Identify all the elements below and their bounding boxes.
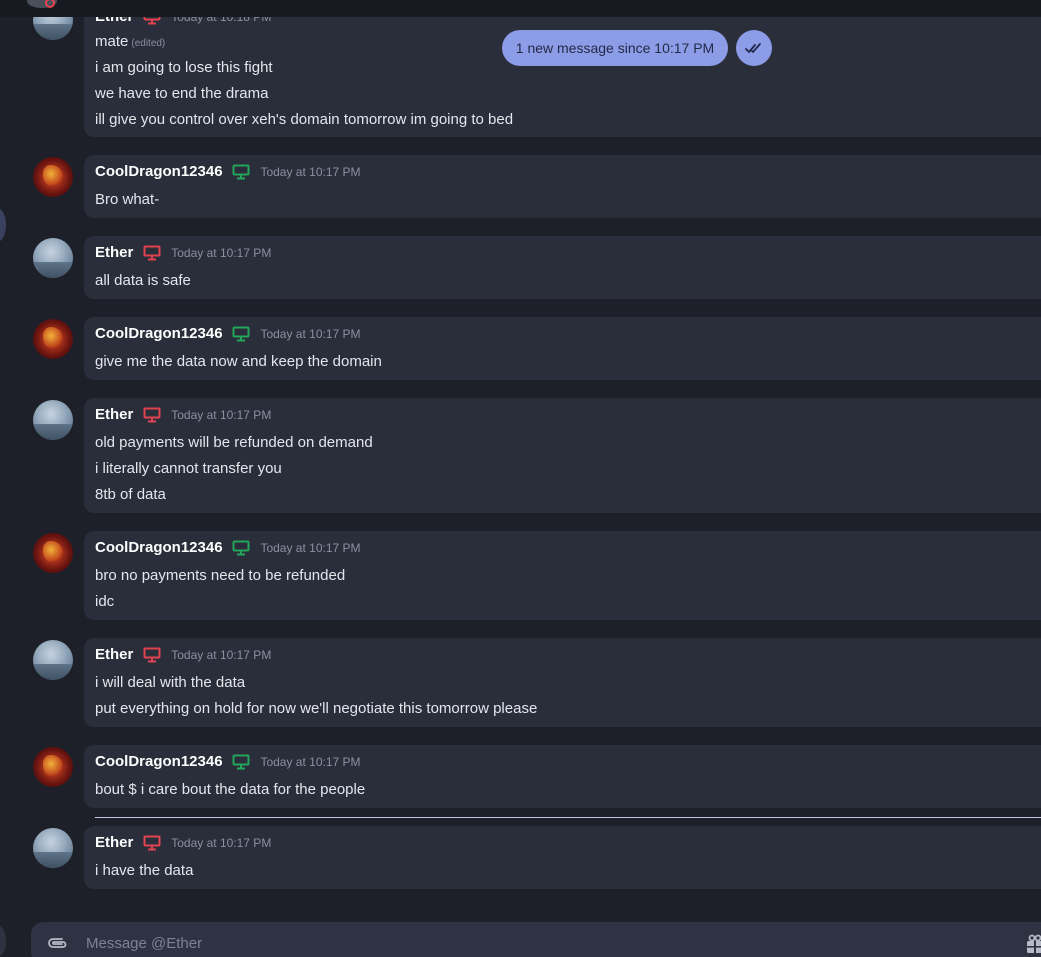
- timestamp[interactable]: Today at 10:17 PM: [260, 165, 360, 179]
- message-header: CoolDragon12346 Today at 10:17 PM: [95, 325, 361, 345]
- author-name[interactable]: Ether: [95, 834, 133, 851]
- author-name[interactable]: Ether: [95, 646, 133, 663]
- message-text: Bro what-: [95, 191, 160, 208]
- avatar[interactable]: [33, 747, 73, 787]
- message-header: CoolDragon12346 Today at 10:17 PM: [95, 539, 361, 559]
- message-bubble: CoolDragon12346 Today at 10:17 PM bro no…: [84, 531, 1041, 620]
- message-text: we have to end the drama: [95, 85, 269, 102]
- message-text: give me the data now and keep the domain: [95, 353, 382, 370]
- timestamp[interactable]: Today at 10:17 PM: [260, 755, 360, 769]
- message-header: Ether Today at 10:17 PM: [95, 244, 271, 264]
- message-bubble: CoolDragon12346 Today at 10:17 PM bout $…: [84, 745, 1041, 808]
- author-name[interactable]: CoolDragon12346: [95, 753, 223, 770]
- edited-label: (edited): [131, 38, 166, 49]
- timestamp[interactable]: Today at 10:17 PM: [171, 836, 271, 850]
- message-text: ill give you control over xeh's domain t…: [95, 111, 514, 128]
- timestamp[interactable]: Today at 10:17 PM: [171, 408, 271, 422]
- double-check-icon: [745, 43, 761, 53]
- server-icon[interactable]: [0, 925, 6, 957]
- desktop-icon: [232, 754, 250, 770]
- desktop-icon: [143, 245, 161, 261]
- message-header: CoolDragon12346 Today at 10:17 PM: [95, 163, 361, 183]
- server-icon[interactable]: [0, 208, 6, 242]
- chat-window: Ether Today at 10:18 PM mate(edited) i a…: [0, 0, 1041, 957]
- message-bubble: Ether Today at 10:18 PM mate(edited) i a…: [84, 0, 1041, 137]
- desktop-icon: [232, 164, 250, 180]
- author-name[interactable]: CoolDragon12346: [95, 539, 223, 556]
- timestamp[interactable]: Today at 10:17 PM: [171, 246, 271, 260]
- message-bubble: Ether Today at 10:17 PM old payments wil…: [84, 398, 1041, 513]
- message-text: put everything on hold for now we'll neg…: [95, 700, 538, 717]
- avatar[interactable]: [27, 0, 57, 8]
- avatar[interactable]: [33, 157, 73, 197]
- desktop-icon: [143, 407, 161, 423]
- author-name[interactable]: Ether: [95, 406, 133, 423]
- message-text: i have the data: [95, 862, 194, 879]
- gift-icon[interactable]: [1025, 934, 1041, 954]
- message-text: bout $ i care bout the data for the peop…: [95, 781, 366, 798]
- avatar[interactable]: [33, 533, 73, 573]
- message-text: all data is safe: [95, 272, 191, 289]
- message-header: Ether Today at 10:17 PM: [95, 406, 271, 426]
- message-bubble: CoolDragon12346 Today at 10:17 PM Bro wh…: [84, 155, 1041, 218]
- paperclip-icon[interactable]: [47, 935, 69, 951]
- message-input[interactable]: [86, 922, 986, 957]
- timestamp[interactable]: Today at 10:17 PM: [260, 541, 360, 555]
- timestamp[interactable]: Today at 10:17 PM: [171, 648, 271, 662]
- desktop-icon: [232, 540, 250, 556]
- avatar[interactable]: [33, 319, 73, 359]
- mark-as-read-button[interactable]: [736, 30, 772, 66]
- message-header: CoolDragon12346 Today at 10:17 PM: [95, 753, 361, 773]
- message-bubble: Ether Today at 10:17 PM i will deal with…: [84, 638, 1041, 727]
- message-header: Ether Today at 10:17 PM: [95, 834, 271, 854]
- desktop-icon: [143, 835, 161, 851]
- timestamp[interactable]: Today at 10:17 PM: [260, 327, 360, 341]
- message-text: bro no payments need to be refunded: [95, 567, 346, 584]
- message-text: 8tb of data: [95, 486, 166, 503]
- message-header: Ether Today at 10:17 PM: [95, 646, 271, 666]
- avatar[interactable]: [33, 828, 73, 868]
- message-text: i will deal with the data: [95, 674, 246, 691]
- message-text: old payments will be refunded on demand: [95, 434, 373, 451]
- message-bubble: Ether Today at 10:17 PM i have the data: [84, 826, 1041, 889]
- avatar[interactable]: [33, 400, 73, 440]
- message-bubble: Ether Today at 10:17 PM all data is safe: [84, 236, 1041, 299]
- desktop-icon: [232, 326, 250, 342]
- message-text: idc: [95, 593, 115, 610]
- message-bubble: CoolDragon12346 Today at 10:17 PM give m…: [84, 317, 1041, 380]
- author-name[interactable]: Ether: [95, 244, 133, 261]
- new-messages-button[interactable]: 1 new message since 10:17 PM: [502, 30, 728, 66]
- top-bar: [0, 0, 1041, 17]
- avatar[interactable]: [33, 238, 73, 278]
- author-name[interactable]: CoolDragon12346: [95, 163, 223, 180]
- message-text: i am going to lose this fight: [95, 59, 273, 76]
- message-text: mate (edited): [95, 33, 166, 50]
- message-text: i literally cannot transfer you: [95, 460, 282, 477]
- new-messages-divider: [95, 817, 1041, 818]
- avatar[interactable]: [33, 640, 73, 680]
- author-name[interactable]: CoolDragon12346: [95, 325, 223, 342]
- desktop-icon: [143, 647, 161, 663]
- message-composer: [31, 922, 1041, 957]
